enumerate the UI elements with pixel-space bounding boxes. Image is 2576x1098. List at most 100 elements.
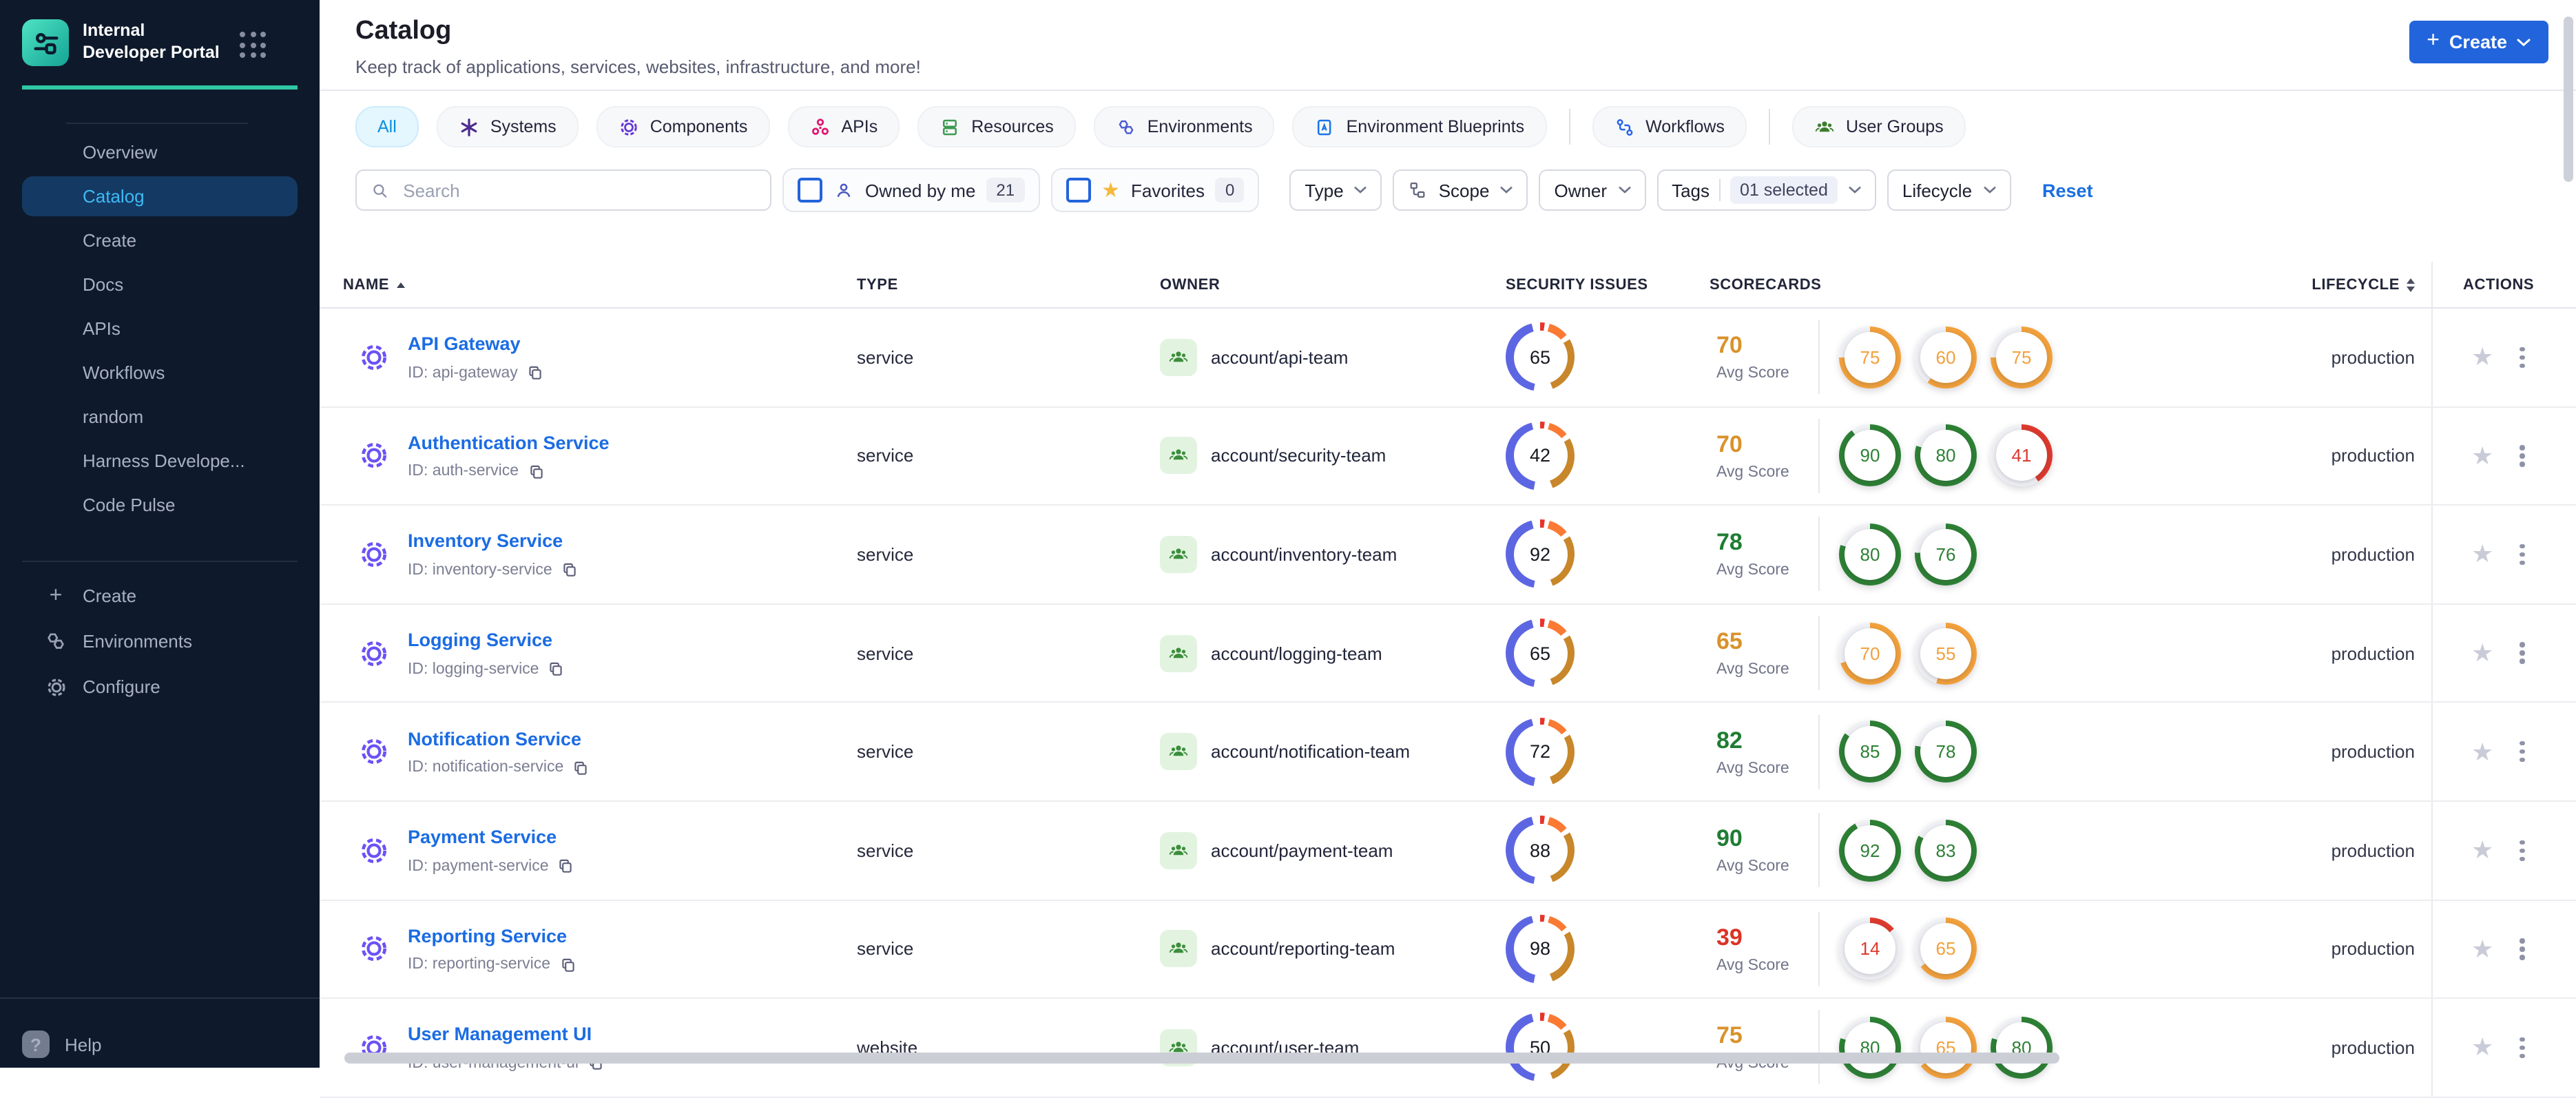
copy-icon[interactable] — [572, 758, 590, 776]
sidebar-nav-item[interactable]: APIs — [22, 308, 298, 348]
favorites-count-badge: 0 — [1215, 178, 1245, 203]
entity-name-link[interactable]: Authentication Service — [408, 433, 610, 453]
owner-name[interactable]: account/reporting-team — [1211, 939, 1395, 960]
scorecard-ring[interactable]: 41 — [1991, 424, 2053, 487]
owner-name[interactable]: account/logging-team — [1211, 643, 1382, 663]
entity-name-link[interactable]: Reporting Service — [408, 926, 567, 946]
scorecard-ring[interactable]: 92 — [1839, 819, 1901, 882]
lifecycle-dropdown[interactable]: Lifecycle — [1887, 169, 2011, 211]
column-header-name[interactable]: NAME — [320, 262, 857, 307]
owner-name[interactable]: account/inventory-team — [1211, 544, 1397, 565]
row-menu-kebab-icon[interactable] — [2517, 932, 2527, 966]
entity-name-link[interactable]: Logging Service — [408, 630, 552, 650]
copy-icon[interactable] — [557, 858, 575, 876]
scorecard-ring[interactable]: 83 — [1915, 819, 1977, 882]
favorites-filter[interactable]: ★ Favorites 0 — [1050, 168, 1260, 212]
row-menu-kebab-icon[interactable] — [2517, 537, 2527, 571]
favorite-star-icon[interactable]: ★ — [2471, 542, 2493, 567]
sidebar-item-environments[interactable]: Environments — [22, 621, 298, 662]
copy-icon[interactable] — [527, 463, 545, 481]
scorecard-ring[interactable]: 75 — [1991, 326, 2053, 389]
reset-filters-link[interactable]: Reset — [2042, 180, 2093, 200]
tags-dropdown[interactable]: Tags 01 selected — [1656, 169, 1876, 211]
scorecard-ring[interactable]: 80 — [1839, 1016, 1901, 1079]
scorecard-ring[interactable]: 80 — [1915, 424, 1977, 487]
row-menu-kebab-icon[interactable] — [2517, 340, 2527, 374]
copy-icon[interactable] — [526, 364, 544, 382]
scorecard-ring[interactable]: 65 — [1915, 918, 1977, 980]
scorecard-ring[interactable]: 70 — [1839, 622, 1901, 685]
favorites-checkbox[interactable] — [1066, 178, 1091, 203]
sidebar-item-configure[interactable]: Configure — [22, 666, 298, 707]
tab-environments[interactable]: Environments — [1093, 106, 1275, 147]
sidebar-nav-item[interactable]: Harness Develope... — [22, 440, 298, 480]
search-input[interactable] — [400, 178, 756, 202]
entity-name-link[interactable]: API Gateway — [408, 334, 521, 355]
favorite-star-icon[interactable]: ★ — [2471, 444, 2493, 468]
tab-user-groups[interactable]: User Groups — [1791, 106, 1966, 147]
type-dropdown[interactable]: Type — [1289, 169, 1382, 211]
tab-all[interactable]: All — [355, 106, 419, 147]
owned-by-me-filter[interactable]: Owned by me 21 — [782, 168, 1040, 212]
sidebar-nav-item[interactable]: Create — [22, 220, 298, 260]
copy-icon[interactable] — [547, 660, 565, 678]
favorite-star-icon[interactable]: ★ — [2471, 345, 2493, 370]
sidebar-item-create[interactable]: + Create — [22, 575, 298, 617]
scorecard-ring[interactable]: 75 — [1839, 326, 1901, 389]
avg-score: 75 Avg Score — [1716, 1022, 1789, 1073]
horizontal-scrollbar[interactable] — [344, 1053, 2059, 1064]
vertical-scrollbar[interactable] — [2564, 17, 2573, 182]
scorecard-ring[interactable]: 80 — [1839, 523, 1901, 586]
tab-workflows[interactable]: Workflows — [1592, 106, 1747, 147]
row-menu-kebab-icon[interactable] — [2517, 833, 2527, 867]
tab-systems[interactable]: Systems — [436, 106, 579, 147]
tab-resources[interactable]: Resources — [917, 106, 1076, 147]
app-switcher-icon[interactable] — [240, 32, 266, 58]
scorecard-ring[interactable]: 85 — [1839, 721, 1901, 783]
scorecard-ring[interactable]: 80 — [1991, 1016, 2053, 1079]
copy-icon[interactable] — [559, 956, 577, 974]
favorite-star-icon[interactable]: ★ — [2471, 641, 2493, 665]
sidebar-nav-item[interactable]: Catalog — [22, 176, 298, 216]
owner-name[interactable]: account/api-team — [1211, 347, 1348, 368]
favorite-star-icon[interactable]: ★ — [2471, 1035, 2493, 1060]
owner-name[interactable]: account/notification-team — [1211, 741, 1410, 762]
scorecard-ring[interactable]: 90 — [1839, 424, 1901, 487]
scorecard-ring[interactable]: 65 — [1915, 1016, 1977, 1079]
sidebar-nav-item[interactable]: Code Pulse — [22, 484, 298, 524]
create-button[interactable]: + Create — [2409, 21, 2548, 63]
column-header-lifecycle[interactable]: LIFECYCLE — [2221, 262, 2431, 307]
scorecard-ring[interactable]: 14 — [1839, 918, 1901, 980]
owner-name[interactable]: account/payment-team — [1211, 840, 1393, 861]
row-menu-kebab-icon[interactable] — [2517, 636, 2527, 670]
scorecard-ring[interactable]: 78 — [1915, 721, 1977, 783]
sidebar-nav-item[interactable]: Overview — [22, 132, 298, 172]
tab-components[interactable]: Components — [596, 106, 770, 147]
scorecard-ring[interactable]: 60 — [1915, 326, 1977, 389]
owner-dropdown[interactable]: Owner — [1539, 169, 1646, 211]
favorite-star-icon[interactable]: ★ — [2471, 937, 2493, 962]
entity-name-link[interactable]: Payment Service — [408, 827, 557, 848]
owner-name[interactable]: account/security-team — [1211, 446, 1386, 466]
owned-by-me-checkbox[interactable] — [798, 178, 822, 203]
row-menu-kebab-icon[interactable] — [2517, 439, 2527, 473]
owner-cell: account/notification-team — [1160, 703, 1506, 800]
sidebar-nav-item[interactable]: Docs — [22, 264, 298, 304]
entity-name-link[interactable]: Notification Service — [408, 728, 581, 749]
tab-environment-blueprints[interactable]: Environment Blueprints — [1292, 106, 1547, 147]
scorecard-ring[interactable]: 76 — [1915, 523, 1977, 586]
sidebar-nav-item[interactable]: Workflows — [22, 352, 298, 392]
row-menu-kebab-icon[interactable] — [2517, 1030, 2527, 1064]
entity-name-link[interactable]: Inventory Service — [408, 531, 563, 552]
tab-apis[interactable]: APIs — [787, 106, 900, 147]
sidebar-nav-item[interactable]: random — [22, 396, 298, 436]
sidebar-item-help[interactable]: ? Help — [0, 997, 320, 1068]
scorecard-ring[interactable]: 55 — [1915, 622, 1977, 685]
scope-dropdown[interactable]: Scope — [1393, 169, 1528, 211]
copy-icon[interactable] — [561, 561, 579, 579]
entity-name-link[interactable]: User Management UI — [408, 1024, 592, 1045]
row-menu-kebab-icon[interactable] — [2517, 735, 2527, 769]
favorite-star-icon[interactable]: ★ — [2471, 838, 2493, 863]
owner-cell: account/reporting-team — [1160, 900, 1506, 997]
favorite-star-icon[interactable]: ★ — [2471, 739, 2493, 764]
